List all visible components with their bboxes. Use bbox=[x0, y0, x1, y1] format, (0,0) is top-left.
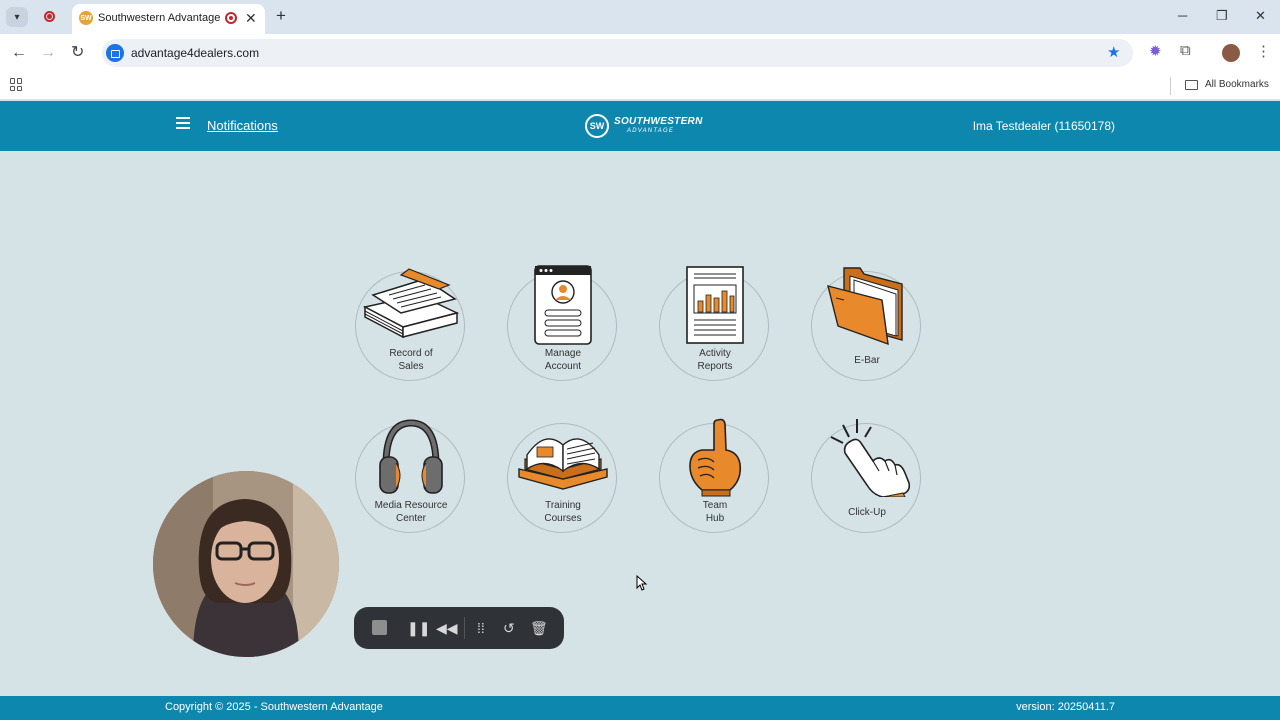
bar-report-icon bbox=[660, 260, 770, 350]
menu-hamburger-icon[interactable] bbox=[176, 117, 190, 129]
rewind-icon[interactable]: ◀◀ bbox=[436, 619, 458, 637]
app-footer: Copyright © 2025 - Southwestern Advantag… bbox=[0, 696, 1280, 720]
tile-record-of-sales[interactable]: Record of Sales bbox=[355, 268, 465, 381]
site-camera-icon[interactable] bbox=[106, 44, 124, 62]
more-menu-icon[interactable]: ⋮ bbox=[1256, 42, 1271, 60]
tile-label: Team Hub bbox=[702, 500, 728, 524]
folder-icon[interactable] bbox=[1185, 80, 1198, 90]
version-text: version: 20250411.7 bbox=[1016, 701, 1115, 713]
logo-badge: SW bbox=[585, 114, 609, 138]
tab-close-icon[interactable]: ✕ bbox=[245, 9, 257, 27]
reload-icon[interactable]: ↻ bbox=[71, 43, 84, 63]
recording-control-bar: ❚❚ ◀◀ ⁞⁞ ↺ 🗑 bbox=[354, 607, 564, 649]
forward-arrow-icon[interactable]: → bbox=[40, 43, 56, 63]
bookmarks-divider bbox=[1170, 77, 1171, 95]
app-header: Notifications SW SOUTHWESTERN ADVANTAGE … bbox=[0, 101, 1280, 151]
tile-team-hub[interactable]: Team Hub bbox=[659, 418, 769, 533]
tile-activity-reports[interactable]: Activity Reports bbox=[659, 266, 769, 381]
tile-label: Training Courses bbox=[544, 500, 582, 524]
url-text[interactable]: advantage4dealers.com bbox=[131, 46, 259, 60]
control-divider bbox=[464, 617, 465, 639]
pointer-hand-icon bbox=[812, 412, 922, 502]
copyright-text: Copyright © 2025 - Southwestern Advantag… bbox=[165, 701, 383, 713]
user-name-label[interactable]: Ima Testdealer (11650178) bbox=[973, 119, 1115, 133]
pause-icon[interactable]: ❚❚ bbox=[407, 619, 430, 637]
mouse-pointer-icon bbox=[636, 574, 648, 596]
all-bookmarks-label[interactable]: All Bookmarks bbox=[1205, 79, 1269, 90]
tab-favicon: SW bbox=[79, 11, 93, 25]
browser-tab[interactable]: SW Southwestern Advantage D ✕ bbox=[72, 4, 265, 34]
profile-card-icon bbox=[508, 260, 618, 350]
tile-label: Click-Up bbox=[848, 507, 886, 518]
tile-label: Record of Sales bbox=[389, 348, 433, 372]
minimize-icon[interactable]: ─ bbox=[1178, 8, 1187, 24]
stop-recording-icon[interactable] bbox=[372, 620, 387, 635]
apps-grid-icon[interactable] bbox=[10, 78, 23, 91]
foam-finger-icon bbox=[660, 412, 770, 502]
browser-toolbar: ← → ↻ advantage4dealers.com ★ bbox=[0, 34, 1280, 72]
trash-icon[interactable]: 🗑 bbox=[530, 619, 548, 637]
logo-text-line1: SOUTHWESTERN bbox=[614, 116, 703, 127]
address-bar[interactable]: advantage4dealers.com ★ bbox=[102, 39, 1133, 67]
new-tab-plus-icon[interactable]: + bbox=[276, 7, 286, 25]
tab-recording-icon bbox=[225, 12, 237, 24]
southwestern-logo[interactable]: SW SOUTHWESTERN ADVANTAGE bbox=[585, 112, 702, 140]
stacked-papers-icon bbox=[356, 260, 466, 350]
tile-training-courses[interactable]: Training Courses bbox=[507, 423, 617, 533]
extensions-puzzle-icon[interactable]: ⧉ bbox=[1180, 42, 1191, 59]
restore-icon[interactable]: ❐ bbox=[1216, 8, 1228, 24]
browser-tab-bar: ▾ SW Southwestern Advantage D ✕ + ─ ❐ ✕ bbox=[0, 0, 1280, 34]
tile-media-resource-center[interactable]: Media Resource Center bbox=[355, 419, 465, 533]
webcam-video-bubble[interactable] bbox=[153, 471, 339, 657]
folder-icon bbox=[812, 260, 922, 350]
tile-label: Manage Account bbox=[544, 348, 582, 372]
recording-indicator-icon[interactable] bbox=[44, 11, 55, 22]
tile-label: Activity Reports bbox=[697, 348, 733, 372]
drag-handle-icon[interactable]: ⁞⁞ bbox=[477, 619, 485, 637]
notifications-link[interactable]: Notifications bbox=[207, 118, 278, 133]
close-window-icon[interactable]: ✕ bbox=[1255, 8, 1266, 24]
headphones-icon bbox=[356, 412, 466, 502]
tile-label: Media Resource Center bbox=[374, 500, 448, 524]
tab-search-button[interactable]: ▾ bbox=[6, 7, 28, 27]
chevron-down-icon: ▾ bbox=[14, 11, 20, 23]
profile-avatar[interactable] bbox=[1222, 44, 1240, 62]
tile-manage-account[interactable]: Manage Account bbox=[507, 265, 617, 381]
back-arrow-icon[interactable]: ← bbox=[11, 43, 27, 63]
tile-e-bar[interactable]: E-Bar bbox=[811, 267, 921, 381]
open-book-icon bbox=[508, 412, 618, 502]
bookmark-star-icon[interactable]: ★ bbox=[1107, 43, 1120, 61]
bookmarks-bar: All Bookmarks bbox=[0, 72, 1280, 100]
restart-icon[interactable]: ↺ bbox=[503, 619, 515, 637]
tab-title: Southwestern Advantage D bbox=[98, 12, 222, 24]
extension-gear-icon[interactable]: ✹ bbox=[1149, 42, 1162, 60]
tile-click-up[interactable]: Click-Up bbox=[811, 419, 921, 533]
logo-text-line2: ADVANTAGE bbox=[627, 128, 675, 134]
tile-label: E-Bar bbox=[854, 355, 880, 366]
